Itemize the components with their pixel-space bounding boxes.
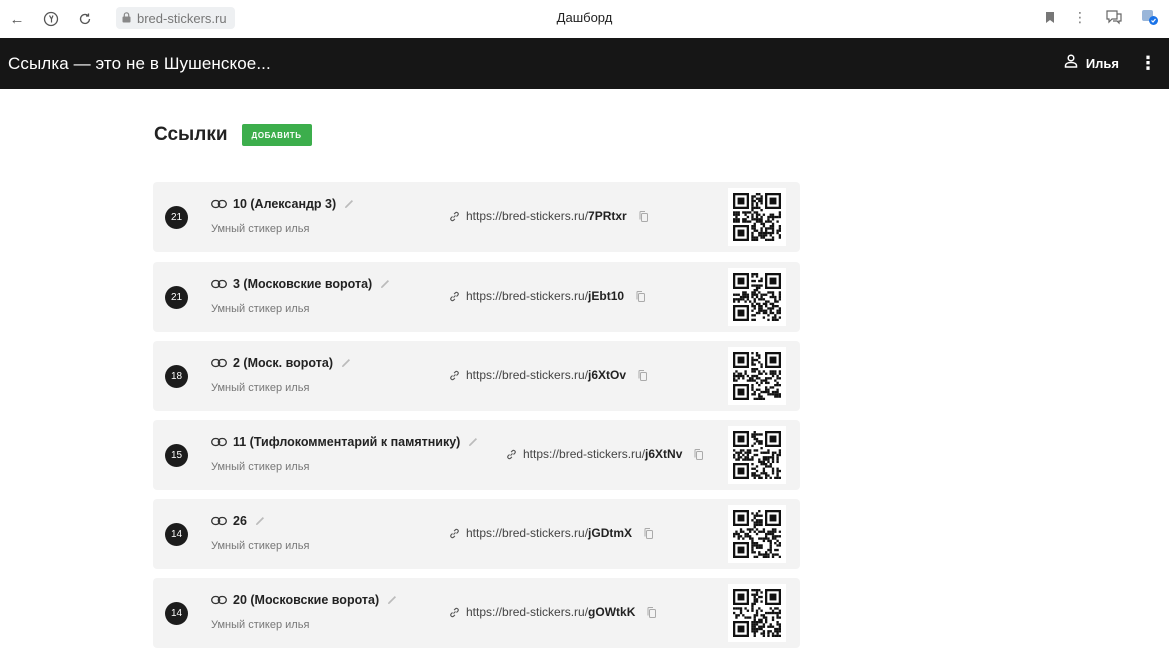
count-badge: 18 (165, 365, 188, 388)
link-icon (211, 437, 227, 447)
link-icon (211, 279, 227, 289)
user-name[interactable]: Илья (1086, 56, 1119, 71)
link-name: 10 (Александр 3) (233, 197, 337, 211)
link-name: 2 (Моск. ворота) (233, 356, 333, 370)
chat-icon[interactable] (1105, 9, 1123, 25)
link-card[interactable]: 21 10 (Александр 3) Умный стикер илья ht… (153, 182, 800, 252)
copy-icon[interactable] (638, 369, 648, 381)
more-menu-icon[interactable]: ⋮ (1139, 53, 1157, 74)
short-url[interactable]: https://bred-stickers.ru/j6XtNv (523, 447, 682, 461)
link-card[interactable]: 18 2 (Моск. ворота) Умный стикер илья ht… (153, 341, 800, 411)
link-icon (211, 199, 227, 209)
page-title: Ссылки (154, 124, 228, 145)
edit-icon[interactable] (387, 595, 397, 605)
url-link-icon (450, 291, 459, 301)
bookmark-icon[interactable] (1045, 11, 1055, 24)
copy-icon[interactable] (694, 448, 704, 460)
qr-code[interactable] (728, 426, 786, 484)
short-url[interactable]: https://bred-stickers.ru/jEbt10 (466, 289, 624, 303)
link-subtitle: Умный стикер илья (211, 540, 310, 552)
short-url[interactable]: https://bred-stickers.ru/7PRtxr (466, 209, 627, 223)
user-icon[interactable] (1064, 54, 1078, 73)
edit-icon[interactable] (468, 437, 478, 447)
edit-icon[interactable] (380, 279, 390, 289)
url-link-icon (450, 370, 459, 380)
link-card[interactable]: 21 3 (Московские ворота) Умный стикер ил… (153, 262, 800, 332)
edit-icon[interactable] (255, 516, 265, 526)
short-url[interactable]: https://bred-stickers.ru/gOWtkK (466, 605, 635, 619)
short-url[interactable]: https://bred-stickers.ru/jGDtmX (466, 526, 632, 540)
copy-icon[interactable] (636, 290, 646, 302)
add-button[interactable]: ДОБАВИТЬ (241, 124, 312, 146)
link-name: 11 (Тифлокомментарий к памятнику) (233, 435, 461, 449)
count-badge: 21 (165, 286, 188, 309)
link-icon (211, 595, 227, 605)
link-icon (211, 516, 227, 526)
count-badge: 14 (165, 523, 188, 546)
link-subtitle: Умный стикер илья (211, 461, 310, 473)
url-link-icon (450, 528, 459, 538)
qr-code[interactable] (728, 188, 786, 246)
link-name: 20 (Московские ворота) (233, 593, 380, 607)
link-subtitle: Умный стикер илья (211, 303, 310, 315)
copy-icon[interactable] (647, 606, 657, 618)
link-card[interactable]: 15 11 (Тифлокомментарий к памятнику) Умн… (153, 420, 800, 490)
app-header: Ссылка — это не в Шушенское... Илья ⋮ (0, 38, 1169, 89)
link-subtitle: Умный стикер илья (211, 382, 310, 394)
qr-code[interactable] (728, 347, 786, 405)
qr-code[interactable] (728, 268, 786, 326)
qr-code[interactable] (728, 505, 786, 563)
link-subtitle: Умный стикер илья (211, 619, 310, 631)
link-subtitle: Умный стикер илья (211, 223, 310, 235)
qr-code[interactable] (728, 584, 786, 642)
copy-icon[interactable] (644, 527, 654, 539)
link-icon (211, 358, 227, 368)
count-badge: 15 (165, 444, 188, 467)
main-content: Ссылки ДОБАВИТЬ 21 10 (Александр 3) Умны… (153, 120, 803, 648)
url-link-icon (450, 211, 459, 221)
short-url[interactable]: https://bred-stickers.ru/j6XtOv (466, 368, 626, 382)
link-card[interactable]: 14 26 Умный стикер илья https://bred-sti… (153, 499, 800, 569)
copy-icon[interactable] (639, 210, 648, 222)
count-badge: 21 (165, 206, 188, 229)
browser-toolbar: ← bred-stickers.ru Дашборд ⋮ (0, 0, 1169, 38)
url-link-icon (450, 607, 459, 617)
menu-dots-icon[interactable]: ⋮ (1073, 9, 1087, 26)
url-link-icon (507, 449, 516, 459)
browser-tab-title: Дашборд (556, 10, 613, 25)
app-title: Ссылка — это не в Шушенское... (8, 53, 271, 73)
count-badge: 14 (165, 602, 188, 625)
extension-icon[interactable] (1141, 8, 1159, 26)
edit-icon[interactable] (341, 358, 351, 368)
edit-icon[interactable] (344, 199, 354, 209)
link-name: 26 (233, 514, 247, 528)
link-name: 3 (Московские ворота) (233, 277, 373, 291)
link-card[interactable]: 14 20 (Московские ворота) Умный стикер и… (153, 578, 800, 648)
